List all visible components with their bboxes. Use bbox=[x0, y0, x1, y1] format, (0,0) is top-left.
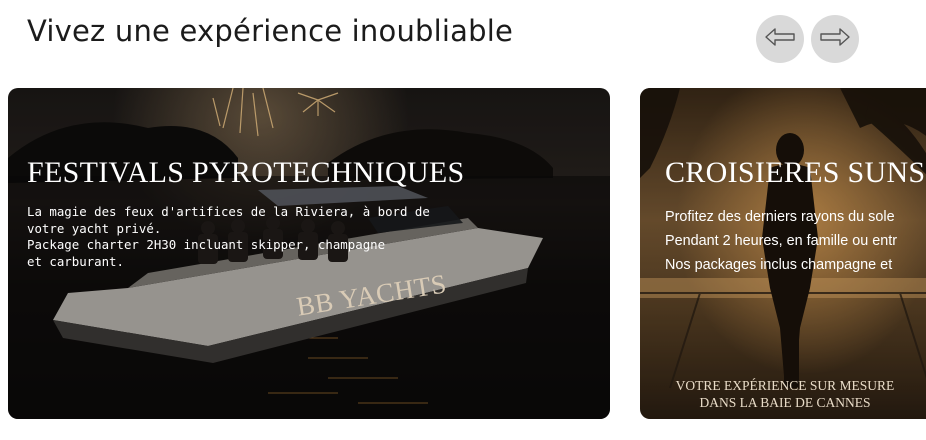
experience-card-sunset-cruise[interactable]: CROISIERES SUNS Profitez des derniers ra… bbox=[640, 88, 926, 419]
card-description-line: Pendant 2 heures, en famille ou entr bbox=[665, 233, 897, 249]
image-tagline-line: VOTRE EXPÉRIENCE SUR MESURE bbox=[675, 378, 895, 393]
experience-card-fireworks[interactable]: BB YACHTS FESTIVALS PYROTECHNIQUES La ma… bbox=[8, 88, 610, 419]
arrow-right-icon bbox=[818, 26, 852, 53]
arrow-left-icon bbox=[763, 26, 797, 53]
card-title: CROISIERES SUNS bbox=[665, 156, 926, 189]
card-description-line: votre yacht privé. bbox=[27, 220, 162, 236]
card-description-line: et carburant. bbox=[27, 253, 124, 269]
card-description: Profitez des derniers rayons du sole Pen… bbox=[665, 205, 926, 277]
image-tagline: VOTRE EXPÉRIENCE SUR MESURE DANS LA BAIE… bbox=[660, 377, 910, 411]
card-description: La magie des feux d'artifices de la Rivi… bbox=[27, 204, 430, 270]
card-title: FESTIVALS PYROTECHNIQUES bbox=[27, 156, 465, 189]
previous-button[interactable] bbox=[756, 15, 804, 63]
image-tagline-line: DANS LA BAIE DE CANNES bbox=[699, 395, 871, 410]
card-description-line: Nos packages inclus champagne et bbox=[665, 257, 893, 273]
card-description-line: La magie des feux d'artifices de la Rivi… bbox=[27, 204, 430, 219]
card-description-line: Package charter 2H30 incluant skipper, c… bbox=[27, 237, 386, 252]
section-title: Vivez une expérience inoubliable bbox=[27, 14, 514, 48]
card-description-line: Profitez des derniers rayons du sole bbox=[665, 209, 895, 225]
next-button[interactable] bbox=[811, 15, 859, 63]
